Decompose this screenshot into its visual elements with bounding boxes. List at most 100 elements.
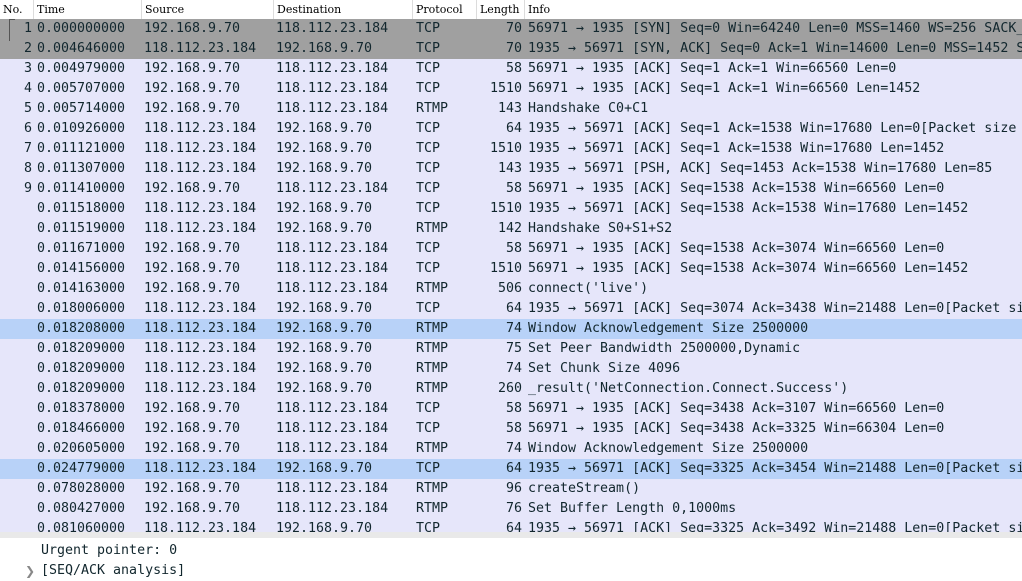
packet-destination: 118.112.23.184 (276, 241, 389, 256)
chevron-right-icon[interactable]: ❯ (25, 561, 35, 581)
packet-length: 506 (497, 281, 522, 296)
packet-source: 192.168.9.70 (144, 181, 241, 196)
packet-destination: 118.112.23.184 (276, 441, 389, 456)
table-row[interactable]: 6 0.010926000 118.112.23.184 192.168.9.70 TC… (0, 119, 1022, 139)
column-header-no[interactable]: No. (0, 0, 34, 19)
packet-number: 8 (23, 161, 32, 176)
packet-info: 56971 → 1935 [ACK] Seq=1538 Ack=3074 Win… (528, 261, 969, 276)
table-row[interactable]: 0.014156000 192.168.9.70 118.112.23.184 TCP… (0, 259, 1022, 279)
packet-info: 1935 → 56971 [PSH, ACK] Seq=1453 Ack=153… (528, 161, 993, 176)
packet-length: 70 (505, 41, 522, 56)
packet-info: 1935 → 56971 [ACK] Seq=3325 Ack=3492 Win… (528, 521, 1022, 532)
packet-info: 56971 → 1935 [ACK] Seq=3438 Ack=3107 Win… (528, 401, 945, 416)
packet-destination: 192.168.9.70 (276, 341, 373, 356)
packet-length: 76 (505, 501, 522, 516)
table-row[interactable]: 0.018006000 118.112.23.184 192.168.9.70 TCP… (0, 299, 1022, 319)
packet-protocol: RTMP (416, 101, 449, 116)
packet-protocol: TCP (416, 301, 441, 316)
packet-time: 0.018006000 (37, 301, 126, 316)
table-row[interactable]: 0.014163000 192.168.9.70 118.112.23.184 RTM… (0, 279, 1022, 299)
packet-length: 70 (505, 21, 522, 36)
packet-info: 1935 → 56971 [ACK] Seq=3325 Ack=3454 Win… (528, 461, 1022, 476)
packet-time: 0.011671000 (37, 241, 126, 256)
table-row[interactable]: 4 0.005707000 192.168.9.70 118.112.23.184 TC… (0, 79, 1022, 99)
table-row[interactable]: 0.081060000 118.112.23.184 192.168.9.70 TCP… (0, 519, 1022, 532)
table-row[interactable]: 1 0.000000000 192.168.9.70 118.112.23.184 TC… (0, 19, 1022, 39)
packet-destination: 192.168.9.70 (276, 161, 373, 176)
packet-number (0, 479, 32, 499)
column-header-time[interactable]: Time (34, 0, 142, 19)
packet-destination: 192.168.9.70 (276, 381, 373, 396)
packet-info: 1935 → 56971 [ACK] Seq=1538 Ack=1538 Win… (528, 201, 969, 216)
table-row[interactable]: 5 0.005714000 192.168.9.70 118.112.23.184 RT… (0, 99, 1022, 119)
column-header-length[interactable]: Length (477, 0, 525, 19)
packet-protocol: TCP (416, 241, 441, 256)
packet-info: 56971 → 1935 [ACK] Seq=3438 Ack=3325 Win… (528, 421, 945, 436)
table-row[interactable]: 0.018209000 118.112.23.184 192.168.9.70 RTM… (0, 359, 1022, 379)
packet-protocol: RTMP (416, 481, 449, 496)
packet-source: 118.112.23.184 (144, 341, 257, 356)
table-row[interactable]: 8 0.011307000 118.112.23.184 192.168.9.70 TC… (0, 159, 1022, 179)
table-row[interactable]: 0.018208000 118.112.23.184 192.168.9.70 RTM… (0, 319, 1022, 339)
table-row[interactable]: 0.020605000 192.168.9.70 118.112.23.184 RTM… (0, 439, 1022, 459)
packet-time: 0.005714000 (37, 101, 126, 116)
packet-source: 118.112.23.184 (144, 161, 257, 176)
packet-time: 0.018209000 (37, 341, 126, 356)
packet-info: connect('live') (528, 281, 649, 296)
table-row[interactable]: 0.011518000 118.112.23.184 192.168.9.70 TCP… (0, 199, 1022, 219)
packet-source: 192.168.9.70 (144, 501, 241, 516)
packet-length: 58 (505, 401, 522, 416)
table-row[interactable]: 0.018209000 118.112.23.184 192.168.9.70 RTM… (0, 339, 1022, 359)
packet-destination: 192.168.9.70 (276, 321, 373, 336)
packet-list-header: No. Time Source Destination Protocol Len… (0, 0, 1022, 20)
table-row[interactable]: 2 0.004646000 118.112.23.184 192.168.9.70 TC… (0, 39, 1022, 59)
packet-number (0, 219, 32, 239)
column-header-source[interactable]: Source (142, 0, 274, 19)
table-row[interactable]: 3 0.004979000 192.168.9.70 118.112.23.184 TC… (0, 59, 1022, 79)
table-row[interactable]: 0.078028000 192.168.9.70 118.112.23.184 RTM… (0, 479, 1022, 499)
column-header-info[interactable]: Info (525, 0, 1022, 19)
detail-row-seq-ack[interactable]: ❯ [SEQ/ACK analysis] (0, 561, 1022, 581)
packet-length: 75 (505, 341, 522, 356)
packet-source: 118.112.23.184 (144, 141, 257, 156)
packet-time: 0.011121000 (37, 141, 126, 156)
packet-time: 0.020605000 (37, 441, 126, 456)
column-header-destination[interactable]: Destination (274, 0, 413, 19)
packet-time: 0.010926000 (37, 121, 126, 136)
packet-protocol: RTMP (416, 321, 449, 336)
packet-number (0, 359, 32, 379)
detail-row-urgent-pointer[interactable]: Urgent pointer: 0 (0, 541, 1022, 561)
table-row[interactable]: 7 0.011121000 118.112.23.184 192.168.9.70 TC… (0, 139, 1022, 159)
packet-length: 74 (505, 441, 522, 456)
packet-source: 192.168.9.70 (144, 281, 241, 296)
packet-length: 64 (505, 121, 522, 136)
table-row[interactable]: 0.011519000 118.112.23.184 192.168.9.70 RTM… (0, 219, 1022, 239)
table-row[interactable]: 0.018378000 192.168.9.70 118.112.23.184 TCP… (0, 399, 1022, 419)
packet-source: 192.168.9.70 (144, 441, 241, 456)
table-row[interactable]: 0.080427000 192.168.9.70 118.112.23.184 RTM… (0, 499, 1022, 519)
packet-info: Handshake C0+C1 (528, 101, 649, 116)
packet-detail-pane: Urgent pointer: 0 ❯ [SEQ/ACK analysis] (0, 532, 1022, 579)
packet-time: 0.004979000 (37, 61, 126, 76)
packet-length: 1510 (489, 141, 522, 156)
packet-number: 6 (23, 121, 32, 136)
packet-source: 192.168.9.70 (144, 241, 241, 256)
table-row[interactable]: 0.011671000 192.168.9.70 118.112.23.184 TCP… (0, 239, 1022, 259)
table-row[interactable]: 0.018466000 192.168.9.70 118.112.23.184 TCP… (0, 419, 1022, 439)
packet-number: 5 (23, 101, 32, 116)
table-row[interactable]: 0.018209000 118.112.23.184 192.168.9.70 RTM… (0, 379, 1022, 399)
packet-destination: 118.112.23.184 (276, 481, 389, 496)
packet-time: 0.005707000 (37, 81, 126, 96)
packet-time: 0.014156000 (37, 261, 126, 276)
table-row[interactable]: 9 0.011410000 192.168.9.70 118.112.23.184 TC… (0, 179, 1022, 199)
table-row[interactable]: 0.024779000 118.112.23.184 192.168.9.70 TCP… (0, 459, 1022, 479)
packet-list[interactable]: No. Time Source Destination Protocol Len… (0, 0, 1022, 532)
packet-length: 1510 (489, 261, 522, 276)
packet-number (0, 419, 32, 439)
packet-protocol: TCP (416, 161, 441, 176)
packet-number: 7 (23, 141, 32, 156)
packet-length: 58 (505, 241, 522, 256)
packet-source: 192.168.9.70 (144, 421, 241, 436)
packet-info: createStream() (528, 481, 641, 496)
column-header-protocol[interactable]: Protocol (413, 0, 477, 19)
